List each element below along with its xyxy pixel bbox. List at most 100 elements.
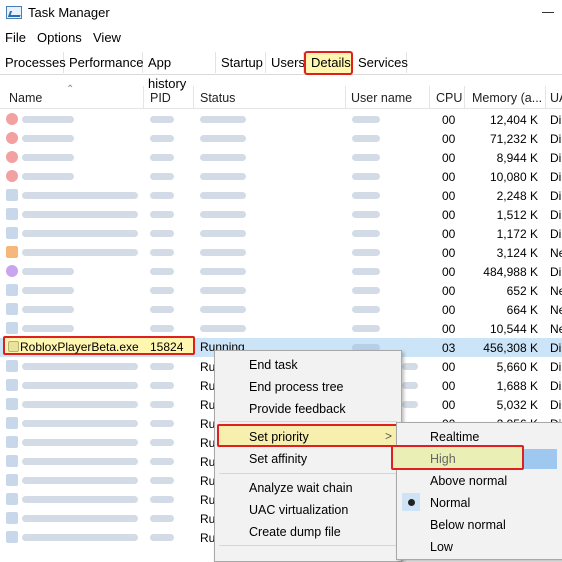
table-row[interactable]: 00 1,512 K Di [0,205,562,224]
table-row[interactable]: 00 12,404 K Di [0,110,562,129]
priority-submenu: Realtime High Above normal Normal Below … [391,422,562,560]
process-icon [6,170,18,182]
submenu-arrow-icon: > [385,429,393,443]
cpu-value: 00 [442,360,456,374]
cpu-value: 00 [442,284,456,298]
memory-value: 10,080 K [489,170,538,184]
col-pid[interactable]: PID [150,91,171,105]
menu-options[interactable]: Options [37,30,82,45]
table-row[interactable]: 00 2,248 K Di [0,186,562,205]
process-icon [6,303,18,315]
uac-value: Di [550,132,562,146]
uac-value: Ne [550,246,562,260]
memory-value: 5,032 K [496,398,538,412]
cpu-value: 00 [442,227,456,241]
tab-details[interactable]: Details [304,51,353,75]
priority-below-normal[interactable]: Below normal [430,518,506,532]
col-memory[interactable]: Memory (a... [472,91,542,105]
memory-value: 456,308 K [483,341,538,355]
process-icon [6,398,18,410]
uac-value: Di [550,341,562,355]
menu-end-task[interactable]: End task [249,358,298,372]
uac-value: Di [550,151,562,165]
process-icon [6,322,18,334]
col-user-name[interactable]: User name [351,91,412,105]
priority-realtime[interactable]: Realtime [430,430,479,444]
process-icon [6,493,18,505]
uac-value: Di [550,189,562,203]
cpu-value: 00 [442,113,456,127]
menu-view[interactable]: View [93,30,121,45]
cpu-value: 00 [442,379,456,393]
table-row[interactable]: 00 8,944 K Di [0,148,562,167]
memory-value: 5,660 K [496,360,538,374]
col-name[interactable]: Name [9,91,42,105]
cpu-value: 00 [442,322,456,336]
memory-value: 71,232 K [489,132,538,146]
menu-provide-feedback[interactable]: Provide feedback [249,402,346,416]
memory-value: 652 K [506,284,538,298]
tab-processes[interactable]: Processes [0,52,66,73]
task-manager-icon [6,6,22,19]
tab-startup[interactable]: Startup [216,52,266,73]
table-row[interactable]: 00 1,172 K Di [0,224,562,243]
priority-normal[interactable]: Normal [430,496,470,510]
menu-end-process-tree[interactable]: End process tree [249,380,344,394]
uac-value: Ne [550,303,562,317]
cpu-value: 00 [442,246,456,260]
process-icon [6,360,18,372]
priority-high[interactable]: High [430,452,456,466]
col-status[interactable]: Status [200,91,235,105]
menu-set-priority[interactable]: Set priority [249,430,309,444]
menu-uac-virtualization[interactable]: UAC virtualization [249,503,348,517]
menu-set-affinity[interactable]: Set affinity [249,452,307,466]
title-bar: Task Manager [0,0,562,26]
menu-create-dump-file[interactable]: Create dump file [249,525,341,539]
table-row[interactable]: 00 652 K Ne [0,281,562,300]
tab-services[interactable]: Services [353,52,408,73]
sort-arrow-icon: ⌃ [66,84,75,95]
table-row[interactable]: 00 664 K Ne [0,300,562,319]
memory-value: 12,404 K [489,113,538,127]
process-icon [6,379,18,391]
memory-value: 1,172 K [496,227,538,241]
tab-users[interactable]: Users [266,52,305,73]
cpu-value: 00 [442,151,456,165]
cpu-value: 00 [442,398,456,412]
process-icon [6,246,18,258]
priority-above-normal[interactable]: Above normal [430,474,507,488]
memory-value: 3,124 K [496,246,538,260]
process-icon [6,132,18,144]
process-icon [6,284,18,296]
table-row[interactable]: 00 3,124 K Ne [0,243,562,262]
priority-low[interactable]: Low [430,540,453,554]
tab-performance[interactable]: Performance [64,52,143,73]
window-title: Task Manager [28,5,110,20]
uac-value: Di [550,113,562,127]
table-row[interactable]: 00 10,080 K Di [0,167,562,186]
process-icon [6,436,18,448]
col-cpu[interactable]: CPU [436,91,462,105]
roblox-icon [8,341,19,352]
cpu-value: 00 [442,208,456,222]
cpu-value: 00 [442,265,456,279]
process-pid: 15824 [150,340,184,354]
menu-file[interactable]: File [5,30,26,45]
tab-app-history[interactable]: App history [143,52,216,91]
process-icon [6,455,18,467]
process-icon [6,512,18,524]
table-row[interactable]: 00 484,988 K Di [0,262,562,281]
col-uac[interactable]: UA [550,91,562,105]
uac-value: Di [550,360,562,374]
menu-analyze-wait-chain[interactable]: Analyze wait chain [249,481,353,495]
memory-value: 8,944 K [496,151,538,165]
set-priority-highlight [217,424,410,447]
memory-value: 1,688 K [496,379,538,393]
minimize-icon[interactable] [542,12,554,13]
process-name: RobloxPlayerBeta.exe [20,340,139,354]
cpu-value: 00 [442,303,456,317]
uac-value: Ne [550,284,562,298]
high-highlight-box [391,445,524,470]
process-icon [6,189,18,201]
table-row[interactable]: 00 71,232 K Di [0,129,562,148]
